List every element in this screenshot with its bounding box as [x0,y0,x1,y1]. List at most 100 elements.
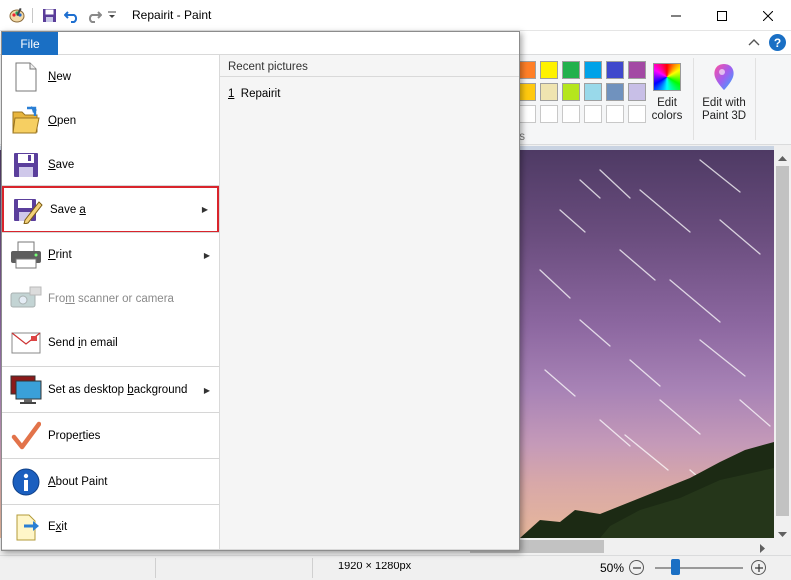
color-swatch-empty[interactable] [540,105,558,123]
menu-item-set-desktop-background[interactable]: Set as desktop background ▶ [2,367,219,413]
file-tab[interactable]: File [2,32,58,55]
menu-item-label: Set as desktop background [48,384,188,396]
color-swatch[interactable] [584,61,602,79]
edit-colors-label-1: Edit [657,97,677,109]
recent-pictures-header: Recent pictures [228,61,308,73]
vertical-scroll-thumb[interactable] [776,166,789,516]
menu-item-send-in-email[interactable]: Send in email [2,321,219,365]
color-swatch[interactable] [540,61,558,79]
file-menu-items: New Open Save Save a ▶ Print ▶ From scanner or … [2,55,219,549]
recent-item-name: Repairit [240,88,281,100]
desktop-background-icon [10,374,42,406]
zoom-slider-track[interactable] [655,567,743,569]
menu-item-save[interactable]: Save [2,143,219,186]
menu-item-new[interactable]: New [2,55,219,99]
menu-item-properties[interactable]: Properties [2,413,219,459]
color-swatch[interactable] [518,83,536,101]
menu-separator [2,366,219,367]
menu-item-label: Save a [50,203,86,216]
title-separator [32,8,33,23]
color-swatch-empty[interactable] [518,105,536,123]
printer-icon [10,239,42,271]
menu-separator [2,412,219,413]
customize-dropdown-icon[interactable] [106,6,118,24]
recent-header-divider [220,76,519,77]
window-title: Repairit - Paint [132,8,212,22]
menu-item-label: About Paint [48,476,108,488]
menu-item-about-paint[interactable]: About Paint [2,459,219,505]
menu-separator [2,185,219,186]
menu-item-open[interactable]: Open [2,99,219,143]
save-icon [10,149,42,181]
scanner-icon [10,283,42,315]
color-swatch-empty[interactable] [628,105,646,123]
file-menu: File New Open Save Save a ▶ Print ▶ From scanne… [1,31,520,551]
zoom-slider-thumb[interactable] [671,559,680,575]
maximize-button[interactable] [699,0,745,31]
menu-item-label: Send in email [48,337,118,349]
paint-app-icon[interactable] [8,6,26,24]
color-swatch[interactable] [628,61,646,79]
menu-item-label: Save [48,158,75,171]
zoom-out-button[interactable] [629,560,644,575]
menu-item-save-as[interactable]: Save a ▶ [2,186,219,233]
color-swatch-empty[interactable] [562,105,580,123]
color-swatch[interactable] [606,83,624,101]
collapse-ribbon-icon[interactable] [748,37,760,51]
ribbon-separator [755,58,756,140]
menu-separator [2,458,219,459]
color-swatch[interactable] [606,61,624,79]
menu-item-label: From scanner or camera [48,293,174,305]
email-icon [10,327,42,359]
color-swatch[interactable] [540,83,558,101]
new-document-icon [10,61,42,93]
color-swatch[interactable] [628,83,646,101]
color-swatch-empty[interactable] [584,105,602,123]
zoom-level: 50% [600,561,625,575]
recent-item-repairit[interactable]: 1 Repairit [228,88,280,100]
recent-pictures-panel: Recent pictures 1 Repairit [220,55,519,549]
zoom-in-button[interactable] [751,560,766,575]
color-swatch[interactable] [562,61,580,79]
menu-separator [2,504,219,505]
submenu-arrow-icon: ▶ [203,250,210,260]
color-swatch[interactable] [518,61,536,79]
redo-icon[interactable] [85,6,103,24]
help-icon[interactable]: ? [769,34,786,51]
status-bar: 1920 × 1280px 50% [0,555,791,580]
ribbon-separator [693,58,694,140]
image-dimensions: 1920 × 1280px [338,562,412,571]
edit-with-paint3d-button[interactable]: Edit with Paint 3D [698,61,750,123]
menu-item-exit[interactable]: Exit [2,505,219,549]
minimize-button[interactable] [653,0,699,31]
save-as-icon [12,194,44,226]
menu-item-label: New [48,71,72,83]
close-button[interactable] [745,0,791,31]
info-icon [10,466,42,498]
submenu-arrow-icon: ▶ [201,205,208,214]
menu-separator [2,232,219,233]
menu-item-print[interactable]: Print ▶ [2,233,219,277]
paint3d-icon [709,61,739,93]
status-divider [312,558,313,578]
vertical-scrollbar[interactable] [774,146,791,538]
undo-icon[interactable] [63,6,81,24]
edit-colors-label-2: colors [651,110,683,122]
paint3d-label-1: Edit with [702,97,746,109]
color-swatch-empty[interactable] [606,105,624,123]
scroll-down-icon[interactable] [778,527,787,541]
color-swatch[interactable] [562,83,580,101]
title-bar: Repairit - Paint [0,0,791,31]
save-icon[interactable] [40,6,58,24]
scroll-right-icon[interactable] [760,542,766,556]
properties-checkmark-icon [10,420,42,452]
menu-item-label: Print [48,249,72,261]
submenu-arrow-icon: ▶ [203,385,210,395]
scroll-up-icon[interactable] [778,150,787,164]
paint3d-label-2: Paint 3D [701,110,747,122]
exit-icon [10,511,42,543]
edit-colors-button[interactable]: Edit colors [646,61,688,123]
status-divider [155,558,156,578]
color-spectrum-icon [653,63,681,91]
color-swatch[interactable] [584,83,602,101]
